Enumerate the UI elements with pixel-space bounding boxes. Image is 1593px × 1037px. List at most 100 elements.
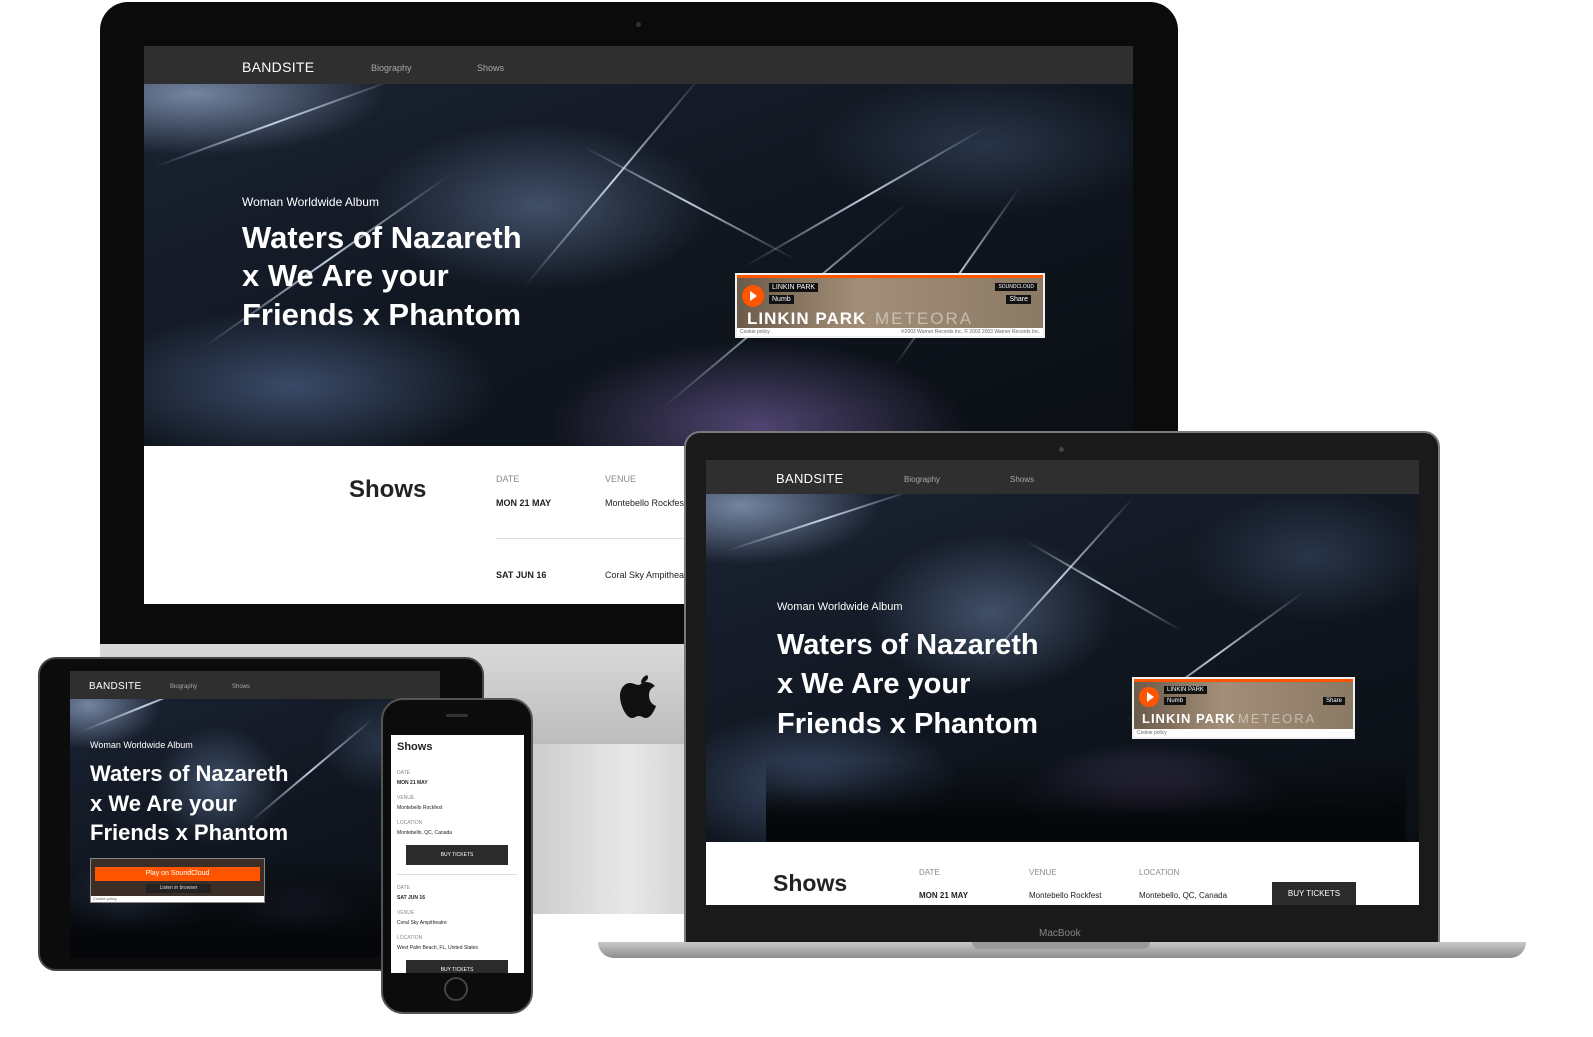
- show-date: SAT JUN 16: [397, 895, 425, 901]
- light-ray: [725, 488, 917, 552]
- show-date: MON 21 MAY: [919, 891, 969, 900]
- shows-title: Shows: [397, 741, 433, 753]
- hero-headline-line: Friends x Phantom: [242, 296, 522, 332]
- light-ray: [743, 126, 987, 268]
- macbook-notch: [972, 942, 1150, 949]
- col-date-label: DATE: [397, 885, 410, 891]
- light-ray: [153, 77, 399, 168]
- show-date: MON 21 MAY: [496, 498, 552, 508]
- player-top-bar: [1134, 679, 1353, 682]
- hero-headline-line: Friends x Phantom: [90, 820, 289, 846]
- hero-headline-line: Friends x Phantom: [777, 707, 1039, 740]
- col-venue-label: VENUE: [605, 474, 637, 484]
- top-nav: BANDSITE Biography Shows: [706, 460, 1419, 494]
- hero-headline-line: Waters of Nazareth: [242, 220, 522, 255]
- hero-headline-line: Waters of Nazareth: [90, 761, 289, 786]
- brand-logo[interactable]: BANDSITE: [242, 59, 314, 75]
- hero-headline: Waters of Nazareth x We Are your Friends…: [90, 759, 288, 848]
- play-icon[interactable]: [1139, 687, 1159, 707]
- nav-link-shows[interactable]: Shows: [477, 63, 504, 73]
- player-top-bar: [737, 275, 1043, 278]
- light-ray: [1025, 540, 1183, 632]
- show-venue: Coral Sky Ampitheat: [605, 570, 687, 580]
- soundcloud-player[interactable]: LINKIN PARK Numb SOUNDCLOUD Share LINKIN…: [735, 273, 1045, 338]
- show-location: Montebello, QC, Canada: [1139, 891, 1228, 900]
- show-venue: Montebello Rockfest: [397, 805, 443, 811]
- nav-link-shows[interactable]: Shows: [232, 684, 250, 690]
- show-location: Montebello, QC, Canada: [397, 830, 453, 836]
- iphone-home-button: [444, 977, 468, 1001]
- show-venue: Montebello Rockfest: [1029, 891, 1102, 900]
- buy-tickets-button[interactable]: BUY TICKETS: [406, 845, 508, 865]
- player-footer: Cookie policy: [91, 896, 264, 902]
- soundcloud-player[interactable]: LINKIN PARK Numb Share LINKIN PARK METEO…: [1132, 677, 1355, 739]
- share-button[interactable]: Share: [1006, 295, 1031, 304]
- play-icon[interactable]: [742, 285, 764, 307]
- apple-logo-icon: [617, 672, 661, 722]
- hero-kicker: Woman Worldwide Album: [242, 195, 379, 209]
- nav-link-shows[interactable]: Shows: [1010, 475, 1034, 484]
- cookie-policy-link[interactable]: Cookie policy: [1137, 730, 1167, 736]
- macbook-camera: [1059, 447, 1064, 452]
- nav-link-biography[interactable]: Biography: [371, 63, 412, 73]
- brand-logo[interactable]: BANDSITE: [89, 681, 141, 692]
- hero-headline-line: x We Are your: [777, 668, 971, 701]
- listen-in-browser-button[interactable]: Listen in browser: [146, 884, 211, 893]
- cookie-policy-link[interactable]: Cookie policy: [740, 329, 770, 335]
- row-divider: [397, 874, 517, 875]
- iphone-screen: Shows DATE MON 21 MAY VENUE Montebello R…: [391, 735, 524, 973]
- macbook-screen: BANDSITE Biography Shows Woman Worldwide…: [706, 460, 1419, 905]
- player-brand[interactable]: SOUNDCLOUD: [995, 283, 1037, 291]
- col-venue-label: VENUE: [1029, 868, 1057, 877]
- hero-headline-line: x We Are your: [242, 258, 449, 294]
- nav-link-biography[interactable]: Biography: [170, 684, 197, 690]
- play-on-soundcloud-button[interactable]: Play on SoundCloud: [95, 867, 260, 881]
- col-location-label: LOCATION: [1139, 868, 1180, 877]
- brand-logo[interactable]: BANDSITE: [776, 471, 843, 486]
- col-location-label: LOCATION: [397, 820, 423, 826]
- player-track[interactable]: Numb: [769, 295, 794, 304]
- show-date: MON 21 MAY: [397, 780, 428, 786]
- col-venue-label: VENUE: [397, 910, 415, 916]
- hero-kicker: Woman Worldwide Album: [777, 601, 903, 613]
- player-artist[interactable]: LINKIN PARK: [769, 283, 819, 292]
- show-venue: Montebello Rockfest: [605, 498, 687, 508]
- show-venue: Coral Sky Ampitheatre: [397, 920, 447, 926]
- col-venue-label: VENUE: [397, 795, 415, 801]
- player-artist[interactable]: LINKIN PARK: [1164, 686, 1207, 694]
- cover-album-text: METEORA: [1238, 711, 1317, 726]
- light-ray: [523, 71, 705, 288]
- iphone-speaker: [446, 714, 468, 717]
- col-date-label: DATE: [919, 868, 940, 877]
- top-nav: BANDSITE Biography Shows: [144, 46, 1133, 84]
- hero-headline: Waters of Nazareth x We Are your Friends…: [777, 626, 1039, 744]
- player-footer: Cookie policy: [1134, 729, 1353, 737]
- top-nav: BANDSITE Biography Shows: [70, 671, 440, 699]
- cover-album-text: METEORA: [875, 309, 974, 328]
- share-button[interactable]: Share: [1322, 697, 1345, 705]
- show-date: SAT JUN 16: [496, 570, 547, 580]
- buy-tickets-button[interactable]: BUY TICKETS: [406, 960, 508, 973]
- cookie-policy-link[interactable]: Cookie policy: [93, 896, 117, 901]
- show-location: West Palm Beach, FL, United States: [397, 945, 479, 951]
- col-date-label: DATE: [397, 770, 410, 776]
- nav-link-biography[interactable]: Biography: [904, 475, 940, 484]
- soundcloud-player[interactable]: Play on SoundCloud Listen in browser Coo…: [90, 858, 265, 903]
- imac-camera: [636, 22, 641, 27]
- hero-headline-line: x We Are your: [90, 790, 237, 816]
- hero-headline: Waters of Nazareth x We Are your Friends…: [242, 219, 522, 334]
- shows-title: Shows: [773, 870, 848, 896]
- hero-headline-line: Waters of Nazareth: [777, 629, 1039, 661]
- player-track[interactable]: Numb: [1164, 697, 1187, 705]
- shows-section: Shows DATE VENUE LOCATION MON 21 MAY Mon…: [706, 842, 1419, 905]
- hero-kicker: Woman Worldwide Album: [90, 740, 193, 750]
- light-ray: [583, 146, 797, 261]
- col-location-label: LOCATION: [397, 935, 423, 941]
- shows-title: Shows: [349, 476, 427, 503]
- cover-artist-text: LINKIN PARK: [1142, 711, 1236, 726]
- buy-tickets-button[interactable]: BUY TICKETS: [1272, 882, 1356, 905]
- cover-artist-text: LINKIN PARK: [747, 309, 867, 328]
- col-date-label: DATE: [496, 474, 520, 484]
- player-copyright: ℗2003 Warner Records Inc. © 2003 2003 Wa…: [900, 329, 1040, 335]
- macbook-label: MacBook: [1039, 928, 1081, 939]
